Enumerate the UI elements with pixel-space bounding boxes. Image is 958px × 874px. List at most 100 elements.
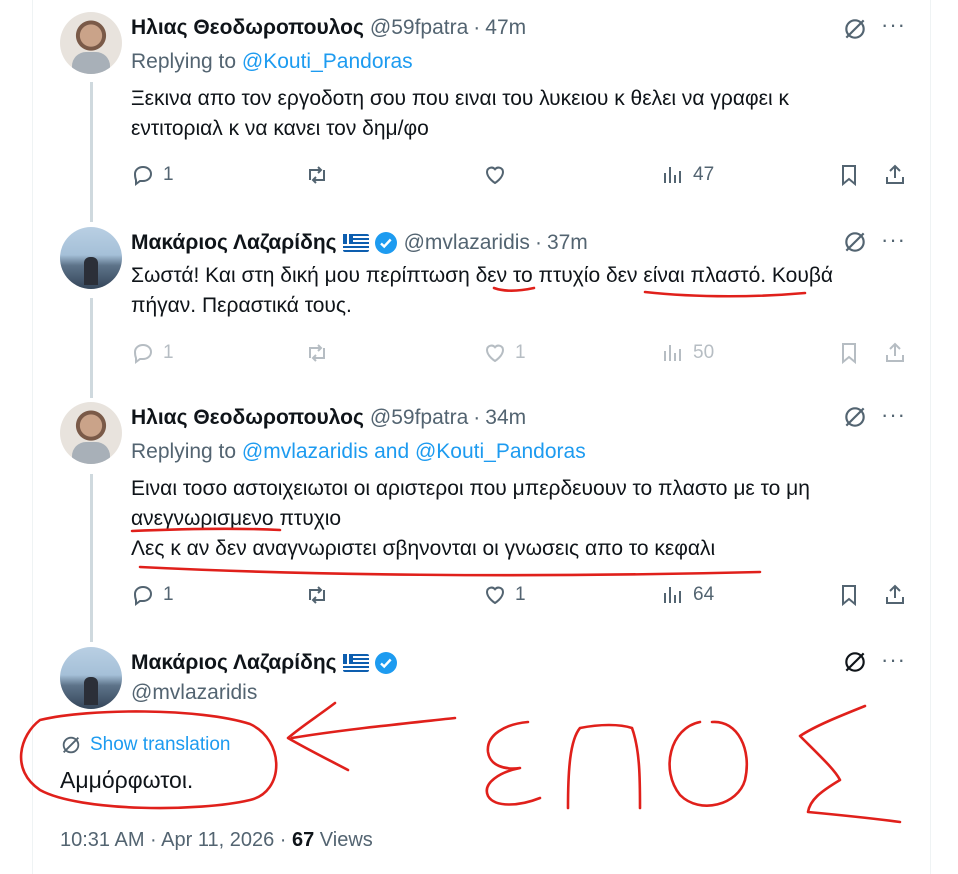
tweet-meta: 10:31 AM · Apr 11, 2026 · 67 Views <box>60 829 373 852</box>
like-count: 1 <box>515 342 526 363</box>
retweet-button[interactable] <box>305 341 329 365</box>
replying-to-link[interactable]: @mvlazaridis and @Kouti_Pandoras <box>242 440 586 463</box>
author-name[interactable]: Ηλιας Θεοδωροπουλος <box>131 406 364 430</box>
grok-icon[interactable] <box>842 229 868 260</box>
author-handle[interactable]: @59fpatra <box>370 406 468 430</box>
tweet-actions: 1 1 50 <box>131 338 911 368</box>
bookmark-icon <box>842 165 856 187</box>
share-icon <box>886 164 904 184</box>
timestamp[interactable]: 34m <box>485 406 526 430</box>
grok-icon[interactable] <box>842 16 868 47</box>
timeline-border-right <box>930 0 931 874</box>
bookmark-button[interactable] <box>837 341 861 365</box>
share-button[interactable] <box>883 163 907 187</box>
author-handle[interactable]: @mvlazaridis <box>404 231 530 255</box>
retweet-button[interactable] <box>305 583 329 607</box>
like-count: 1 <box>515 584 526 605</box>
more-icon[interactable]: ··· <box>881 227 906 253</box>
author-handle[interactable]: @59fpatra <box>370 16 468 40</box>
bookmark-icon <box>842 343 856 365</box>
like-icon <box>485 586 505 605</box>
verified-badge-icon[interactable] <box>374 651 398 675</box>
reply-count: 1 <box>163 164 174 185</box>
retweet-button[interactable] <box>305 163 329 187</box>
like-button[interactable] <box>483 163 507 187</box>
timeline-border-left <box>32 0 33 874</box>
share-button[interactable] <box>883 583 907 607</box>
avatar[interactable] <box>60 227 122 289</box>
bookmark-icon <box>842 585 856 607</box>
replying-prefix: Replying to <box>131 50 237 73</box>
replying-to: Replying to @mvlazaridis and @Kouti_Pand… <box>131 440 586 464</box>
reply-count: 1 <box>163 342 174 363</box>
retweet-icon <box>309 344 325 362</box>
reply-icon <box>133 343 153 364</box>
views-button[interactable]: 50 <box>661 341 714 365</box>
timestamp[interactable]: 10:31 AM · Apr 11, 2026 · <box>60 829 292 851</box>
verified-badge-icon[interactable] <box>374 231 398 255</box>
tweet[interactable]: Ηλιας Θεοδωροπουλος @59fpatra · 34m ··· … <box>34 390 930 625</box>
tweet-header: Ηλιας Θεοδωροπουλος @59fpatra · 47m <box>131 16 526 40</box>
greek-flag-icon <box>342 234 369 252</box>
tweet-text: Ξεκινα απο τον εργοδοτη σου που ειναι το… <box>131 84 911 144</box>
translate-icon <box>62 736 80 754</box>
reply-button[interactable]: 1 <box>131 583 174 607</box>
bookmark-button[interactable] <box>837 163 861 187</box>
share-button[interactable] <box>883 341 907 365</box>
author-name[interactable]: Μακάριος Λαζαρίδης <box>131 231 337 255</box>
share-icon <box>886 342 904 362</box>
tweet-actions: 1 1 64 <box>131 580 911 610</box>
more-icon[interactable]: ··· <box>881 402 906 428</box>
views-button[interactable]: 64 <box>661 583 714 607</box>
tweet-text-line: Σωστά! Και στη δική μου περίπτωση δεν το… <box>131 264 834 287</box>
like-button[interactable]: 1 <box>483 583 526 607</box>
views-icon <box>664 587 681 603</box>
bookmark-button[interactable] <box>837 583 861 607</box>
tweet-text: Αμμόρφωτοι. <box>60 767 194 793</box>
grok-icon[interactable] <box>842 649 868 680</box>
share-icon <box>886 584 904 604</box>
more-icon[interactable]: ··· <box>881 12 906 38</box>
tweet-text-line: Λες κ αν δεν αναγνωριστει σβηνονται οι γ… <box>131 537 716 560</box>
like-icon <box>485 344 505 363</box>
views-count: 67 <box>292 829 315 851</box>
views-count: 64 <box>693 584 715 605</box>
tweet-text-line: Ειναι τοσο αστοιχειωτοι οι αριστεροι που… <box>131 477 810 500</box>
tweet-actions: 1 47 <box>131 160 911 190</box>
tweet-text-line: Ξεκινα απο τον εργοδοτη σου που ειναι το… <box>131 87 789 110</box>
separator: · <box>473 406 481 429</box>
views-label: Views <box>314 829 373 851</box>
avatar[interactable] <box>60 12 122 74</box>
views-button[interactable]: 47 <box>661 163 714 187</box>
avatar[interactable] <box>60 402 122 464</box>
replying-to-link[interactable]: @Kouti_Pandoras <box>242 50 413 73</box>
tweet-header: Μακάριος Λαζαρίδης @mvlazaridis · 37m <box>131 231 588 255</box>
reply-button[interactable]: 1 <box>131 163 174 187</box>
more-icon[interactable]: ··· <box>881 647 906 673</box>
timestamp[interactable]: 37m <box>547 231 588 255</box>
views-count: 47 <box>693 164 715 185</box>
show-translation-button[interactable]: Show translation <box>60 734 230 756</box>
separator: · <box>534 231 542 254</box>
tweet-text-line: ανεγνωρισμενο πτυχιο <box>131 507 342 530</box>
tweet[interactable]: Ηλιας Θεοδωροπουλος @59fpatra · 47m ··· … <box>34 0 930 205</box>
greek-flag-icon <box>342 654 369 672</box>
views-icon <box>664 345 681 361</box>
replying-to: Replying to @Kouti_Pandoras <box>131 50 413 74</box>
tweet-header: Μακάριος Λαζαρίδης <box>131 651 398 675</box>
timestamp[interactable]: 47m <box>485 16 526 40</box>
views-icon <box>664 167 681 183</box>
grok-icon[interactable] <box>842 404 868 435</box>
author-handle[interactable]: @mvlazaridis <box>131 681 257 705</box>
reply-button[interactable]: 1 <box>131 341 174 365</box>
tweet-text: Σωστά! Και στη δική μου περίπτωση δεν το… <box>131 261 911 321</box>
tweet[interactable]: Μακάριος Λαζαρίδης @mvlazaridis · 37m ··… <box>34 215 930 385</box>
retweet-icon <box>309 166 325 184</box>
like-button[interactable]: 1 <box>483 341 526 365</box>
reply-count: 1 <box>163 584 174 605</box>
author-name[interactable]: Μακάριος Λαζαρίδης <box>131 651 337 675</box>
tweet-header: Ηλιας Θεοδωροπουλος @59fpatra · 34m <box>131 406 526 430</box>
author-name[interactable]: Ηλιας Θεοδωροπουλος <box>131 16 364 40</box>
tweet-text: Ειναι τοσο αστοιχειωτοι οι αριστεροι που… <box>131 474 911 564</box>
avatar[interactable] <box>60 647 122 709</box>
